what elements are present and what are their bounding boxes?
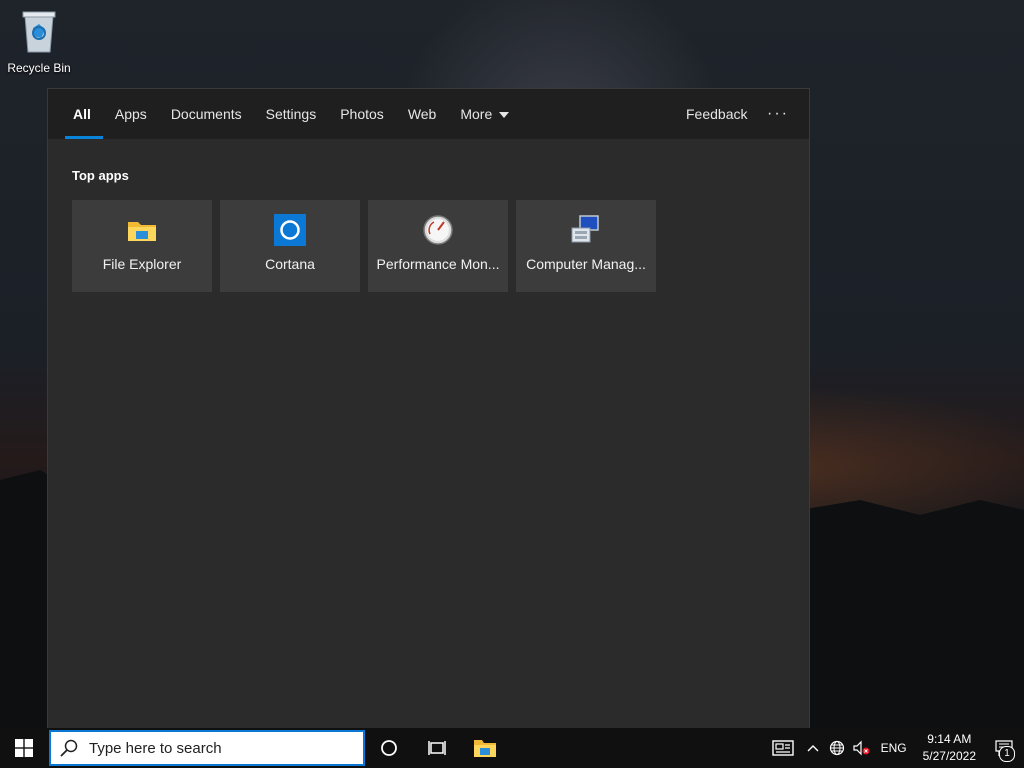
network-button[interactable] xyxy=(825,728,849,768)
feedback-button[interactable]: Feedback xyxy=(686,89,747,139)
news-button[interactable] xyxy=(765,728,801,768)
app-tile-cortana[interactable]: Cortana xyxy=(220,200,360,292)
tab-all[interactable]: All xyxy=(65,89,103,139)
file-explorer-taskbar-button[interactable] xyxy=(461,728,509,768)
cortana-icon xyxy=(274,214,306,246)
chevron-up-icon xyxy=(807,745,819,752)
cortana-button[interactable] xyxy=(365,728,413,768)
tab-photos[interactable]: Photos xyxy=(340,89,384,139)
action-center-button[interactable]: 1 xyxy=(984,728,1024,768)
app-tile-computer-management[interactable]: Computer Manag... xyxy=(516,200,656,292)
windows-logo-icon xyxy=(15,739,33,757)
clock-date: 5/27/2022 xyxy=(922,749,976,763)
tab-web[interactable]: Web xyxy=(408,89,437,139)
input-language-indicator[interactable]: ENG xyxy=(873,728,915,768)
search-input[interactable] xyxy=(87,738,351,758)
tab-settings[interactable]: Settings xyxy=(266,89,317,139)
system-tray: ENG 9:14 AM 5/27/2022 1 xyxy=(765,728,1024,768)
desktop: Recycle Bin All Apps Documents Settings … xyxy=(0,0,1024,768)
computer-management-icon xyxy=(571,215,599,243)
search-flyout: All Apps Documents Settings Photos Web M… xyxy=(47,88,810,729)
top-apps-list: File Explorer Cortana Performance Mon... xyxy=(72,200,656,292)
news-icon xyxy=(771,740,794,756)
app-tile-label: Computer Manag... xyxy=(526,256,646,272)
search-icon xyxy=(60,739,78,757)
recycle-bin-label: Recycle Bin xyxy=(7,61,71,75)
app-tile-label: File Explorer xyxy=(102,256,182,272)
clock[interactable]: 9:14 AM 5/27/2022 xyxy=(915,728,984,768)
recycle-bin[interactable]: Recycle Bin xyxy=(6,8,72,75)
taskbar-search-box[interactable] xyxy=(49,730,365,766)
task-view-icon xyxy=(428,741,446,755)
start-button[interactable] xyxy=(0,728,48,768)
search-tab-bar: All Apps Documents Settings Photos Web M… xyxy=(48,89,809,139)
tab-documents[interactable]: Documents xyxy=(171,89,242,139)
app-tile-label: Performance Mon... xyxy=(376,256,500,272)
globe-icon xyxy=(829,740,844,756)
taskbar: ENG 9:14 AM 5/27/2022 1 xyxy=(0,728,1024,768)
folder-icon xyxy=(474,740,496,757)
app-tile-file-explorer[interactable]: File Explorer xyxy=(72,200,212,292)
tab-more-label: More xyxy=(460,106,493,122)
folder-icon xyxy=(128,222,156,241)
gauge-icon xyxy=(423,215,453,245)
more-options-button[interactable]: ··· xyxy=(767,89,789,139)
show-hidden-icons-button[interactable] xyxy=(801,728,825,768)
task-view-button[interactable] xyxy=(413,728,461,768)
section-title-top-apps: Top apps xyxy=(72,168,129,183)
app-tile-performance-monitor[interactable]: Performance Mon... xyxy=(368,200,508,292)
tab-more[interactable]: More xyxy=(460,89,510,139)
chevron-down-icon xyxy=(499,112,510,119)
notification-count-badge: 1 xyxy=(999,746,1015,762)
recycle-bin-icon xyxy=(22,11,56,53)
cortana-circle-icon xyxy=(381,740,397,756)
clock-time: 9:14 AM xyxy=(927,732,972,746)
tab-apps[interactable]: Apps xyxy=(115,89,147,139)
speaker-muted-icon xyxy=(852,740,870,756)
app-tile-label: Cortana xyxy=(265,256,315,272)
volume-button[interactable] xyxy=(849,728,873,768)
